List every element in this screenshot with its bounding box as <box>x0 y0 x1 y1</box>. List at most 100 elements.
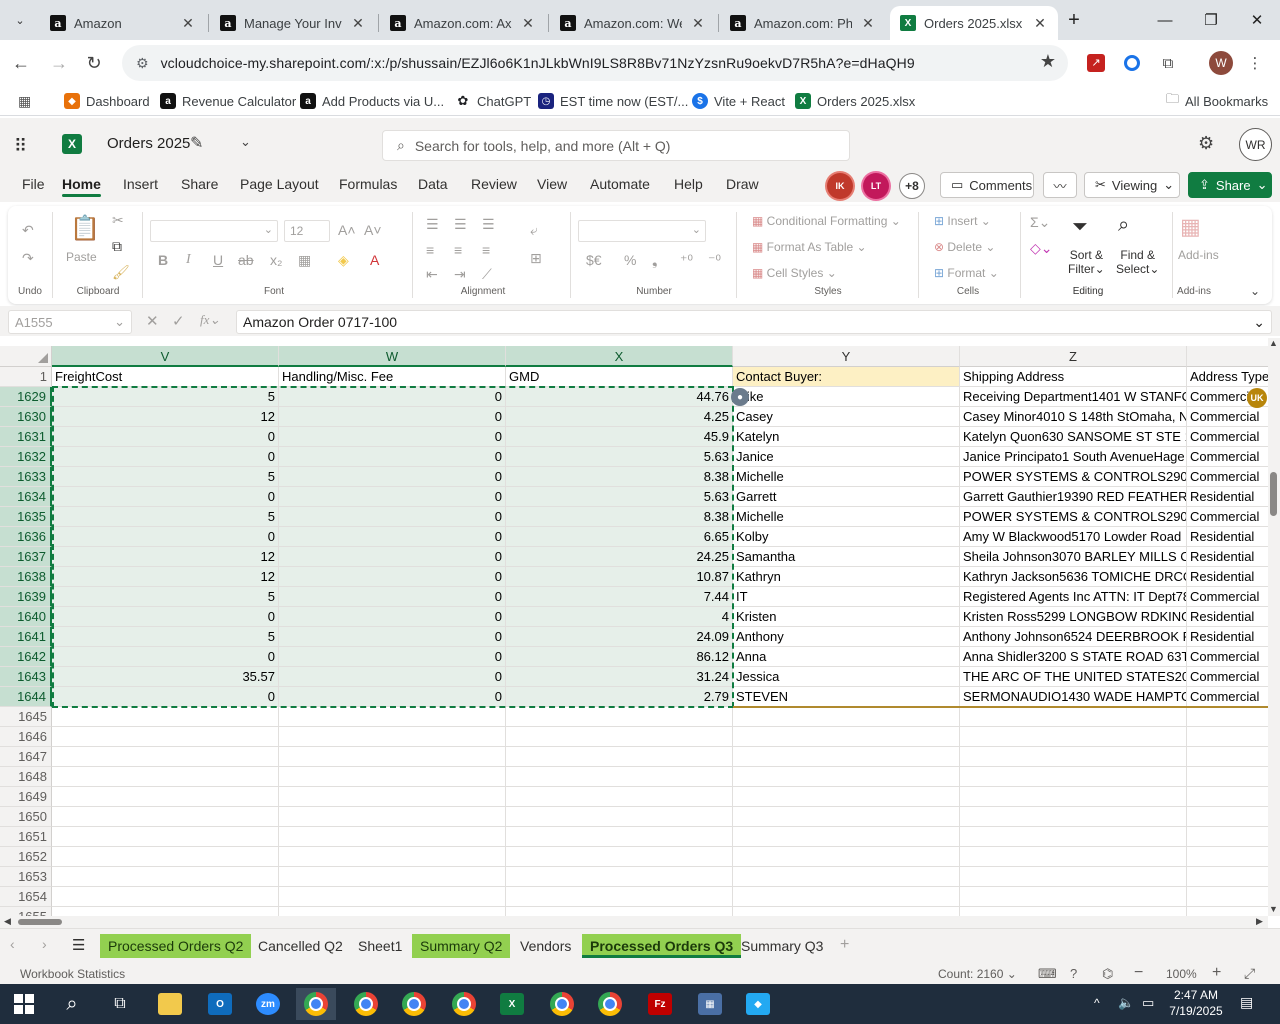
empty-cell[interactable] <box>960 847 1187 867</box>
fill-color-icon[interactable]: ◈ <box>338 252 349 269</box>
row-header[interactable]: 1634 <box>0 487 52 507</box>
table-cell[interactable]: 0 <box>279 587 506 607</box>
align-top-icon[interactable]: ☰ <box>426 216 439 233</box>
empty-cell[interactable] <box>279 787 506 807</box>
empty-cell[interactable] <box>506 847 733 867</box>
menu-insert[interactable]: Insert <box>123 176 158 192</box>
table-cell[interactable]: 0 <box>279 447 506 467</box>
empty-cell[interactable] <box>1187 867 1268 887</box>
strikethrough-icon[interactable]: ab <box>238 252 254 268</box>
notifications-icon[interactable]: ▤ <box>1240 994 1253 1011</box>
cancel-icon[interactable]: ✕ <box>146 312 159 330</box>
row-header[interactable]: 1632 <box>0 447 52 467</box>
empty-cell[interactable] <box>506 767 733 787</box>
font-color-icon[interactable]: A <box>370 252 379 268</box>
spreadsheet-grid[interactable]: VWXYZ 1 FreightCost Handling/Misc. Fee GMD C… <box>0 346 1268 916</box>
empty-cell[interactable] <box>960 767 1187 787</box>
all-sheets-icon[interactable]: ☰ <box>72 936 85 954</box>
decrease-indent-icon[interactable]: ⇤ <box>426 266 438 283</box>
increase-decimal-icon[interactable]: ⁺⁰ <box>680 252 693 269</box>
all-bookmarks[interactable]: 🗀 All Bookmarks <box>1166 91 1268 111</box>
outlook-icon[interactable]: O <box>200 988 240 1020</box>
filezilla-icon[interactable]: Fz <box>640 988 680 1020</box>
apps-grid-icon[interactable]: ▦ <box>18 91 31 111</box>
table-cell[interactable]: Kathryn Jackson5636 TOMICHE DRCO <box>960 567 1187 587</box>
close-tab-icon[interactable]: ✕ <box>690 15 706 32</box>
zoom-out-icon[interactable]: − <box>1134 964 1143 982</box>
add-sheet-icon[interactable]: + <box>840 936 849 954</box>
table-cell[interactable]: Registered Agents Inc ATTN: IT Dept78 <box>960 587 1187 607</box>
empty-cell[interactable] <box>279 867 506 887</box>
row-header[interactable]: 1638 <box>0 567 52 587</box>
row-header[interactable]: 1650 <box>0 807 52 827</box>
table-cell[interactable]: 86.12 <box>506 647 733 667</box>
cell-styles-button[interactable]: ▦ Cell Styles ⌄ <box>752 266 837 280</box>
reload-button[interactable]: ↻ <box>79 48 109 78</box>
horizontal-scrollbar[interactable]: ◀ ▶ <box>0 916 1268 928</box>
empty-cell[interactable] <box>52 707 279 727</box>
empty-cell[interactable] <box>1187 767 1268 787</box>
table-cell[interactable]: 0 <box>52 487 279 507</box>
redo-icon[interactable]: ↷ <box>22 250 34 267</box>
collaborator-avatar[interactable]: LT <box>863 173 889 199</box>
find-icon[interactable]: ⌕ <box>1118 214 1129 237</box>
empty-cell[interactable] <box>733 887 960 907</box>
calculator-icon[interactable]: ▦ <box>690 988 730 1020</box>
align-center-icon[interactable]: ≡ <box>454 242 462 258</box>
sheet-tab[interactable]: Cancelled Q2 <box>250 934 351 958</box>
browser-tab[interactable]: a Amazon ✕ <box>40 6 206 40</box>
task-view-icon[interactable]: ⧉ <box>100 988 140 1020</box>
empty-cell[interactable] <box>733 907 960 916</box>
table-cell[interactable]: 0 <box>279 687 506 707</box>
format-as-table-button[interactable]: ▦ Format As Table ⌄ <box>752 240 867 254</box>
settings-gear-icon[interactable]: ⚙ <box>1198 133 1214 154</box>
table-cell[interactable]: 5 <box>52 467 279 487</box>
table-cell[interactable]: 0 <box>279 407 506 427</box>
table-cell[interactable]: 0 <box>279 387 506 407</box>
row-header[interactable]: 1637 <box>0 547 52 567</box>
table-cell[interactable]: Residential <box>1187 607 1268 627</box>
browser-tab[interactable]: a Amazon.com: Phil ✕ <box>720 6 886 40</box>
close-tab-icon[interactable]: ✕ <box>520 15 536 32</box>
empty-cell[interactable] <box>506 747 733 767</box>
table-cell[interactable]: 0 <box>279 567 506 587</box>
file-explorer-icon[interactable] <box>150 988 190 1020</box>
empty-cell[interactable] <box>960 747 1187 767</box>
empty-cell[interactable] <box>52 807 279 827</box>
address-bar[interactable]: ⚙ vcloudchoice-my.sharepoint.com/:x:/p/s… <box>122 45 1068 81</box>
search-box[interactable]: ⌕ Search for tools, help, and more (Alt … <box>382 130 850 161</box>
zoom-app-icon[interactable]: zm <box>248 988 288 1020</box>
row-header[interactable]: 1636 <box>0 527 52 547</box>
chrome-icon[interactable] <box>590 988 630 1020</box>
zoom-level[interactable]: 100% <box>1166 967 1197 981</box>
chrome-icon[interactable] <box>346 988 386 1020</box>
app-launcher-icon[interactable]: ⠿ <box>14 136 27 157</box>
align-right-icon[interactable]: ≡ <box>482 242 490 258</box>
menu-file[interactable]: File <box>22 176 45 192</box>
merge-cells-icon[interactable]: ⊞ <box>530 250 542 267</box>
table-cell[interactable]: Janice Principato1 South AvenueHage <box>960 447 1187 467</box>
sheet-tab[interactable]: Processed Orders Q3 <box>582 934 742 958</box>
table-cell[interactable]: 12 <box>52 547 279 567</box>
table-cell[interactable]: THE ARC OF THE UNITED STATES2000 <box>960 667 1187 687</box>
clear-icon[interactable]: ◇⌄ <box>1030 240 1053 257</box>
table-cell[interactable]: 8.38 <box>506 507 733 527</box>
empty-cell[interactable] <box>52 887 279 907</box>
table-cell[interactable]: Amy W Blackwood5170 Lowder Road <box>960 527 1187 547</box>
tab-search-dropdown[interactable]: ⌄ <box>6 6 34 34</box>
table-cell[interactable]: Sheila Johnson3070 BARLEY MILLS CIR <box>960 547 1187 567</box>
chevron-down-icon[interactable]: ⌄ <box>240 134 251 150</box>
orientation-icon[interactable]: ⟋ <box>482 266 492 283</box>
format-cells-button[interactable]: ⊞ Format ⌄ <box>934 266 999 280</box>
empty-cell[interactable] <box>506 787 733 807</box>
empty-cell[interactable] <box>506 887 733 907</box>
table-cell[interactable]: Garrett Gauthier19390 RED FEATHER C <box>960 487 1187 507</box>
add-ins-icon[interactable]: ▦ <box>1180 214 1201 240</box>
table-cell[interactable]: 0 <box>279 547 506 567</box>
row-header[interactable]: 1649 <box>0 787 52 807</box>
empty-cell[interactable] <box>960 827 1187 847</box>
close-tab-icon[interactable]: ✕ <box>180 15 196 32</box>
insert-cells-button[interactable]: ⊞ Insert ⌄ <box>934 214 991 228</box>
bold-icon[interactable]: B <box>158 252 168 268</box>
tray-chevron-icon[interactable]: ^ <box>1094 996 1100 1010</box>
